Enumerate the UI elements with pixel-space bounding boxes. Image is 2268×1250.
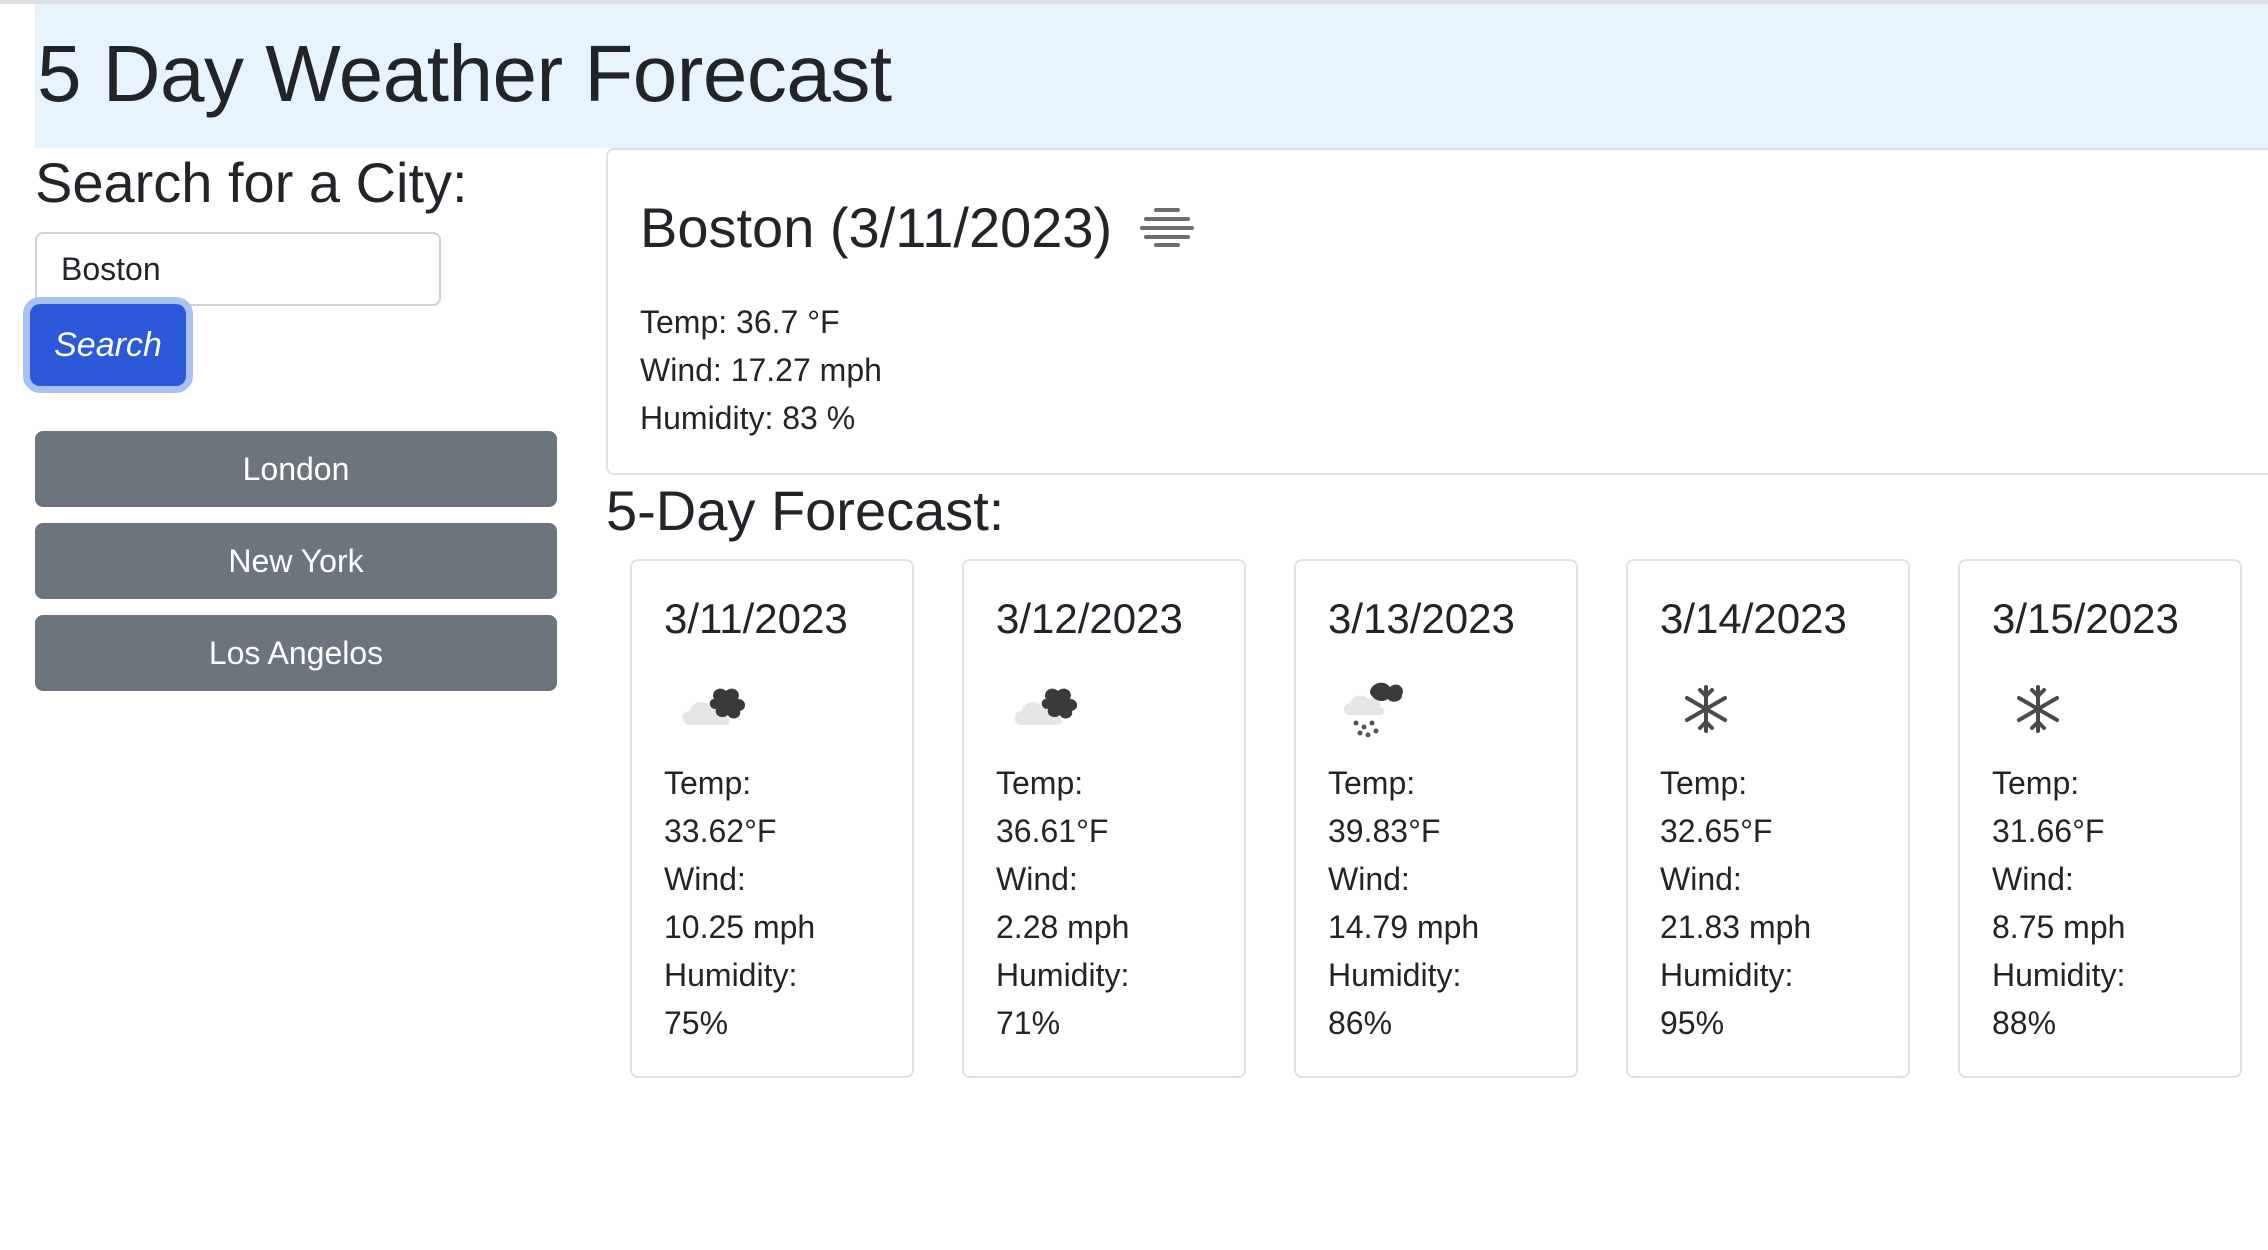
forecast-wind-value: 8.75 mph xyxy=(1992,909,2126,945)
forecast-wind-value: 2.28 mph xyxy=(996,909,1130,945)
forecast-temp-label: Temp: xyxy=(664,765,752,801)
current-humidity: Humidity: 83 % xyxy=(640,400,856,436)
forecast-humidity-label: Humidity: xyxy=(996,957,1130,993)
forecast-temp-value: 33.62°F xyxy=(664,813,777,849)
forecast-temp-value: 36.61°F xyxy=(996,813,1109,849)
forecast-details: Temp: 32.65°F Wind: 21.83 mph Humidity: … xyxy=(1660,759,1811,1047)
search-history: London New York Los Angelos xyxy=(35,431,557,707)
current-weather-card: Boston (3/11/2023) Temp: 36.7 °F Wind: 1… xyxy=(606,148,2268,475)
current-weather-title: Boston (3/11/2023) xyxy=(640,196,1196,260)
forecast-temp-label: Temp: xyxy=(1660,765,1748,801)
forecast-details: Temp: 31.66°F Wind: 8.75 mph Humidity: 8… xyxy=(1992,759,2125,1047)
mist-icon xyxy=(1138,196,1196,260)
page-title: 5 Day Weather Forecast xyxy=(37,29,892,118)
forecast-date: 3/14/2023 xyxy=(1660,595,1847,642)
current-city-date: Boston (3/11/2023) xyxy=(640,196,1113,259)
forecast-details: Temp: 39.83°F Wind: 14.79 mph Humidity: … xyxy=(1328,759,1479,1047)
forecast-wind-value: 10.25 mph xyxy=(664,909,816,945)
forecast-card-day-5: 3/15/2023 Temp: 31.66°F Wind: 8.75 mph H… xyxy=(1958,559,2242,1078)
forecast-wind-label: Wind: xyxy=(1992,861,2074,897)
forecast-card-day-1: 3/11/2023 Temp: 33.62°F Wind: 10.25 mph … xyxy=(630,559,914,1078)
forecast-date: 3/11/2023 xyxy=(664,595,848,642)
forecast-temp-label: Temp: xyxy=(1328,765,1416,801)
forecast-humidity-label: Humidity: xyxy=(1992,957,2126,993)
forecast-wind-label: Wind: xyxy=(996,861,1078,897)
forecast-details: Temp: 33.62°F Wind: 10.25 mph Humidity: … xyxy=(664,759,815,1047)
forecast-humidity-value: 95% xyxy=(1660,1005,1725,1041)
current-wind: Wind: 17.27 mph xyxy=(640,352,882,388)
history-button-new-york[interactable]: New York xyxy=(35,523,557,599)
forecast-date: 3/13/2023 xyxy=(1328,595,1515,642)
forecast-humidity-value: 86% xyxy=(1328,1005,1393,1041)
search-title: Search for a City: xyxy=(35,151,468,214)
forecast-wind-value: 14.79 mph xyxy=(1328,909,1480,945)
forecast-date: 3/12/2023 xyxy=(996,595,1183,642)
broken-clouds-icon xyxy=(676,677,756,737)
forecast-card-day-4: 3/14/2023 Temp: 32.65°F Wind: 21.83 mph … xyxy=(1626,559,1910,1078)
forecast-wind-label: Wind: xyxy=(1660,861,1742,897)
forecast-wind-label: Wind: xyxy=(1328,861,1410,897)
forecast-wind-value: 21.83 mph xyxy=(1660,909,1812,945)
history-button-london[interactable]: London xyxy=(35,431,557,507)
forecast-temp-label: Temp: xyxy=(996,765,1084,801)
forecast-wind-label: Wind: xyxy=(664,861,746,897)
forecast-card-day-2: 3/12/2023 Temp: 36.61°F Wind: 2.28 mph H… xyxy=(962,559,1246,1078)
forecast-humidity-label: Humidity: xyxy=(664,957,798,993)
forecast-humidity-value: 71% xyxy=(996,1005,1061,1041)
forecast-temp-value: 32.65°F xyxy=(1660,813,1773,849)
current-temp: Temp: 36.7 °F xyxy=(640,304,840,340)
forecast-temp-value: 31.66°F xyxy=(1992,813,2105,849)
forecast-card-day-3: 3/13/2023 Temp: 39.83°F Wind: 14.79 mph … xyxy=(1294,559,1578,1078)
broken-clouds-icon xyxy=(1008,677,1088,737)
snow-icon xyxy=(2004,677,2084,737)
forecast-humidity-label: Humidity: xyxy=(1328,957,1462,993)
rain-snow-icon xyxy=(1340,677,1420,738)
forecast-title: 5-Day Forecast: xyxy=(606,479,1005,542)
page-header: 5 Day Weather Forecast xyxy=(35,4,2268,148)
city-search-input[interactable] xyxy=(35,232,441,306)
forecast-humidity-value: 75% xyxy=(664,1005,729,1041)
forecast-temp-label: Temp: xyxy=(1992,765,2080,801)
forecast-details: Temp: 36.61°F Wind: 2.28 mph Humidity: 7… xyxy=(996,759,1129,1047)
history-button-los-angelos[interactable]: Los Angelos xyxy=(35,615,557,691)
snow-icon xyxy=(1672,677,1752,737)
forecast-temp-value: 39.83°F xyxy=(1328,813,1441,849)
search-button[interactable]: Search xyxy=(30,304,186,386)
forecast-humidity-value: 88% xyxy=(1992,1005,2057,1041)
forecast-date: 3/15/2023 xyxy=(1992,595,2179,642)
forecast-humidity-label: Humidity: xyxy=(1660,957,1794,993)
